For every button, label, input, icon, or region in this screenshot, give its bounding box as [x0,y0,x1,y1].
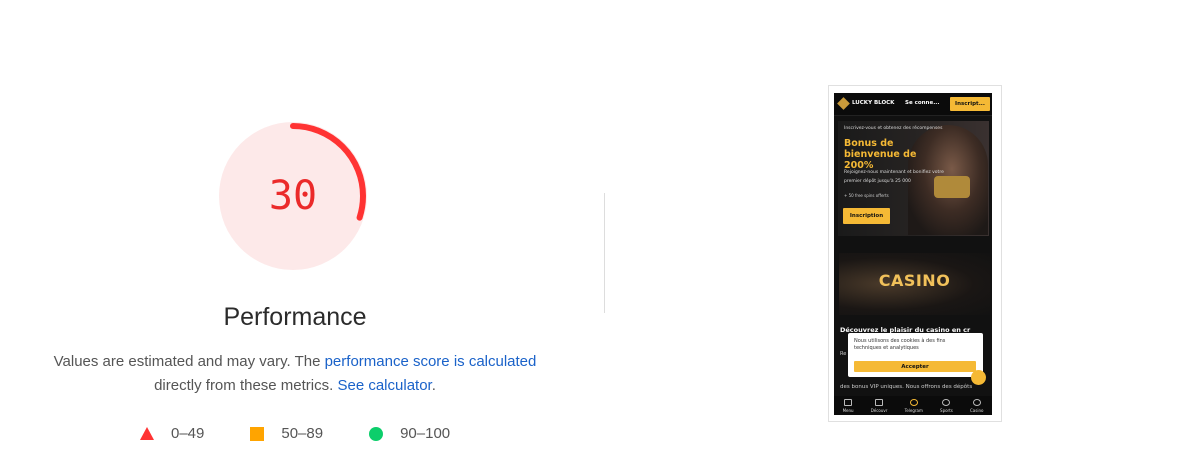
nav-label-discover: Découvr [870,407,888,413]
triangle-icon [140,427,154,440]
square-icon [250,426,265,441]
legend-label-average: 50–89 [281,425,324,442]
desc-text-2: directly from these metrics. [154,377,338,394]
discover-body-fragment: Re [840,351,847,357]
hero-signup-button: Inscription [843,208,890,224]
casino-banner-title: CASINO [878,271,951,290]
hero-kicker: Inscrivez-vous et obtenez des récompense… [844,126,943,131]
nav-sports: Sports [940,398,953,413]
nav-discover: Découvr [870,398,888,413]
vip-text: des bonus VIP uniques. Nous offrons des … [840,384,973,390]
cookie-accept-button: Accepter [854,361,976,372]
bottom-nav: Menu Découvr Telegram Sports Casino [834,396,992,415]
discover-icon [875,398,884,406]
lucky-block-logo-icon [837,97,850,110]
legend-pass: 90–100 [369,425,450,442]
chat-bubble-icon [971,370,986,385]
nav-label-telegram: Telegram [904,407,923,413]
score-calculated-link[interactable]: performance score is calculated [325,353,537,370]
circle-icon [369,426,384,441]
see-calculator-link[interactable]: See calculator [337,377,431,394]
hero-banner: Inscrivez-vous et obtenez des récompense… [838,121,989,236]
menu-icon [844,398,853,406]
nav-casino: Casino [970,398,984,413]
hero-bonus-title: Bonus de bienvenue de 200% [844,138,917,171]
site-logo-text: LUCKY BLOCK [852,100,895,106]
cookie-text: Nous utilisons des cookies à des fins te… [854,338,946,351]
desc-text-3: . [431,377,436,394]
nav-label-menu: Menu [842,407,854,413]
login-link: Se conne... [905,100,940,106]
telegram-icon [909,398,918,406]
site-header: LUCKY BLOCK Se conne... Inscript... [834,93,992,116]
performance-gauge: 30 [219,122,371,274]
sports-icon [942,398,951,406]
hero-join-text: Rejoignez-nous maintenant et bonifiez vo… [844,170,944,184]
category-title: Performance [223,303,367,331]
desc-text-1: Values are estimated and may vary. The [53,353,325,370]
divider [604,193,605,313]
signup-button: Inscript... [950,97,990,111]
cookie-banner: Nous utilisons des cookies à des fins te… [848,333,983,377]
legend-label-fail: 0–49 [171,425,205,442]
score-legend: 0–49 50–89 90–100 [140,425,496,442]
score-value: 30 [268,173,318,219]
casino-icon [972,398,981,406]
nav-label-casino: Casino [970,407,984,413]
legend-average: 50–89 [250,425,323,442]
nav-telegram: Telegram [904,398,923,413]
legend-label-pass: 90–100 [400,425,451,442]
score-description: Values are estimated and may vary. The p… [40,350,550,398]
nav-menu: Menu [842,398,854,413]
mobile-screen: LUCKY BLOCK Se conne... Inscript... Insc… [834,93,992,415]
legend-fail: 0–49 [140,425,204,442]
casino-banner: CASINO [839,253,990,315]
final-screenshot[interactable]: LUCKY BLOCK Se conne... Inscript... Insc… [828,85,1002,422]
nav-label-sports: Sports [940,407,953,413]
hero-spins-text: + 50 free spins offerts [844,193,889,198]
